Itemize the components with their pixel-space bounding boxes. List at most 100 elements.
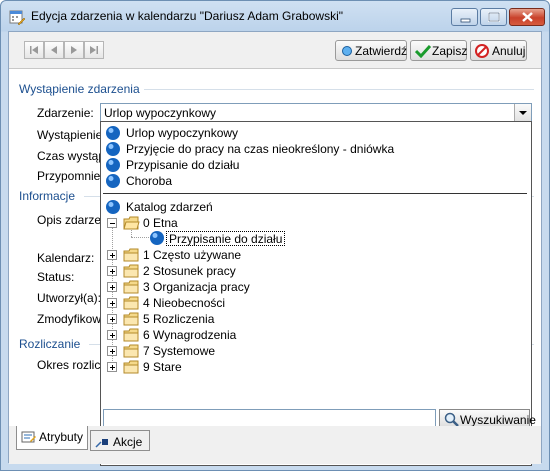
tree-folder[interactable]: 6 Wynagrodzenia [107, 327, 307, 343]
tree-line [131, 230, 132, 237]
tree-folder-expanded[interactable]: 0 Etna [107, 215, 307, 231]
confirm-button[interactable]: Zatwierdź [335, 40, 407, 61]
created-by-label: Utworzył(a): [37, 291, 102, 305]
previous-record-button[interactable] [44, 41, 64, 59]
next-icon [71, 46, 77, 54]
first-icon [30, 46, 38, 54]
calendar-label: Kalendarz: [37, 251, 95, 265]
tree-folder[interactable]: 9 Stare [107, 359, 307, 375]
expand-toggle[interactable] [107, 362, 117, 372]
confirm-label: Zatwierdź [355, 44, 408, 58]
expand-toggle[interactable] [107, 330, 117, 340]
tree-item-label: Przypisanie do działu [166, 231, 286, 246]
list-item-label: Urlop wypoczynkowy [126, 126, 239, 140]
status-label: Status: [37, 270, 75, 284]
info-icon [106, 200, 120, 214]
tab-attributes-label: Atrybuty [39, 430, 84, 444]
info-icon [106, 126, 120, 140]
expand-toggle[interactable] [107, 314, 117, 324]
tree-folder-label: 7 Systemowe [143, 344, 216, 358]
section-divider [144, 89, 534, 90]
search-button-label: Wyszukiwanie [460, 413, 536, 427]
bottom-tab-bar: Atrybuty Akcje [9, 426, 541, 464]
expand-toggle[interactable] [107, 346, 117, 356]
tab-attributes[interactable]: Atrybuty [16, 426, 88, 450]
window-title: Edycja zdarzenia w kalendarzu "Dariusz A… [31, 9, 343, 23]
tree-folder[interactable]: 5 Rozliczenia [107, 311, 307, 327]
settlement-period-label: Okres rozlicz [37, 358, 107, 372]
info-icon [150, 231, 164, 245]
tree-folder-label: 0 Etna [143, 216, 178, 230]
combobox-dropdown-button[interactable] [514, 104, 531, 121]
attributes-icon [21, 431, 36, 443]
calendar-edit-icon [9, 10, 25, 25]
confirm-circle-icon [342, 46, 352, 56]
description-label: Opis zdarzen [37, 213, 108, 227]
cancel-button[interactable]: Anuluj [470, 40, 527, 61]
next-record-button[interactable] [64, 41, 84, 59]
toolbar: Zatwierdź Zapisz Anuluj [9, 32, 541, 68]
collapse-toggle[interactable] [107, 218, 117, 228]
section-occurrence: Wystąpienie zdarzenia [19, 82, 140, 96]
info-icon [106, 142, 120, 156]
tree-folder[interactable]: 1 Często używane [107, 247, 307, 263]
dialog-window: Edycja zdarzenia w kalendarzu "Dariusz A… [0, 0, 550, 471]
event-combobox-value: Urlop wypoczynkowy [104, 106, 217, 120]
attributes-panel: Wystąpienie zdarzenia Zdarzenie: Wystąpi… [9, 68, 541, 466]
close-icon [522, 12, 533, 22]
previous-icon [51, 46, 57, 54]
folder-icon [123, 344, 139, 358]
tree-folder-label: 1 Często używane [143, 248, 242, 262]
tree-line [131, 237, 149, 238]
maximize-button[interactable] [480, 8, 507, 26]
folder-icon [123, 296, 139, 310]
tree-folder[interactable]: 2 Stosunek pracy [107, 263, 307, 279]
maximize-icon [488, 12, 500, 22]
info-icon [106, 174, 120, 188]
list-item-label: Choroba [126, 174, 173, 188]
chevron-down-icon [519, 111, 527, 115]
tree-folder[interactable]: 4 Nieobecności [107, 295, 307, 311]
tree-folder-label: 5 Rozliczenia [143, 312, 215, 326]
time-label: Czas wystąp [37, 149, 106, 163]
tree-item-selected[interactable]: Przypisanie do działu [149, 230, 349, 246]
info-icon [106, 158, 120, 172]
expand-toggle[interactable] [107, 298, 117, 308]
tree-folder-label: 3 Organizacja pracy [143, 280, 250, 294]
expand-toggle[interactable] [107, 250, 117, 260]
dialog-client-area: Zatwierdź Zapisz Anuluj Wystąpienie zdar… [8, 31, 542, 466]
folder-icon [123, 248, 139, 262]
tree-folder-label: 9 Stare [143, 360, 182, 374]
tree-folder[interactable]: 7 Systemowe [107, 343, 307, 359]
event-combobox[interactable]: Urlop wypoczynkowy [100, 103, 532, 122]
expand-toggle[interactable] [107, 282, 117, 292]
minimize-icon [460, 18, 471, 23]
list-item-label: Przyjęcie do pracy na czas nieokreślony … [126, 142, 395, 156]
event-label: Zdarzenie: [37, 106, 94, 120]
title-bar[interactable]: Edycja zdarzenia w kalendarzu "Dariusz A… [1, 1, 549, 31]
occurrence-label: Wystąpienie [37, 128, 103, 142]
section-settlement: Rozliczanie [19, 337, 81, 351]
cancel-icon [475, 44, 489, 58]
last-record-button[interactable] [84, 41, 104, 59]
first-record-button[interactable] [24, 41, 44, 59]
catalog-label: Katalog zdarzeń [126, 200, 213, 214]
folder-icon [123, 360, 139, 374]
last-icon [90, 46, 98, 54]
tree-folder-label: 4 Nieobecności [143, 296, 226, 310]
minimize-button[interactable] [451, 8, 478, 26]
folder-icon [123, 264, 139, 278]
folder-icon [123, 312, 139, 326]
close-button[interactable] [509, 8, 545, 26]
expand-toggle[interactable] [107, 266, 117, 276]
tab-actions[interactable]: Akcje [90, 430, 150, 451]
reminder-label: Przypomnien [37, 169, 108, 183]
section-information: Informacje [19, 189, 76, 203]
event-dropdown-list: Urlop wypoczynkowy Przyjęcie do pracy na… [100, 121, 536, 466]
list-item-label: Przypisanie do działu [126, 158, 240, 172]
tree-folder[interactable]: 3 Organizacja pracy [107, 279, 307, 295]
save-button[interactable]: Zapisz [410, 40, 467, 61]
modified-by-label: Zmodyfikowa [37, 312, 108, 326]
tab-actions-label: Akcje [113, 435, 143, 449]
dropdown-divider [103, 193, 527, 194]
